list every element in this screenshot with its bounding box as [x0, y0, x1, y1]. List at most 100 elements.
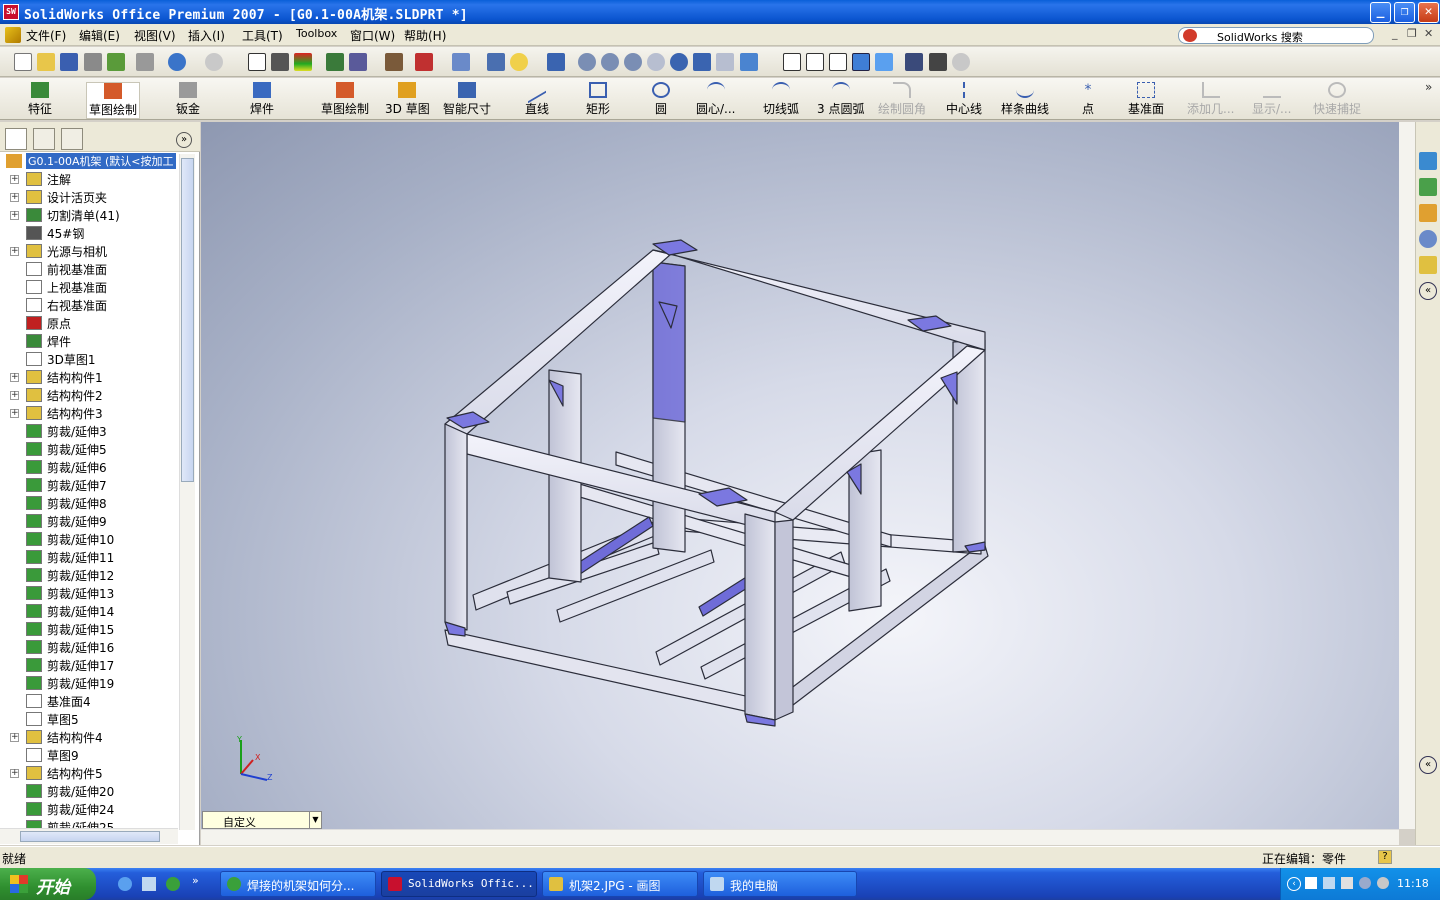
graphics-area[interactable]: Y X Z — [201, 122, 1399, 829]
tree-item[interactable]: 右视基准面 — [0, 296, 178, 314]
print-preview-icon[interactable] — [84, 53, 102, 71]
restore-button[interactable]: ❐ — [1394, 2, 1415, 23]
save-icon[interactable] — [60, 53, 78, 71]
print-icon[interactable] — [136, 53, 154, 71]
tree-item[interactable]: + 结构构件1 — [0, 368, 178, 386]
section-view-icon[interactable] — [929, 53, 947, 71]
tree-item[interactable]: + 设计活页夹 — [0, 188, 178, 206]
expand-toggle-icon[interactable]: + — [10, 391, 19, 400]
tool-sketch[interactable]: 草图绘制 — [321, 82, 369, 117]
properties-icon[interactable] — [487, 53, 505, 71]
panel-expand-icon[interactable]: » — [176, 132, 192, 148]
tree-item[interactable]: 剪裁/延伸10 — [0, 530, 178, 548]
tree-item[interactable]: 45#钢 — [0, 224, 178, 242]
menu-window[interactable]: 窗口(W) — [350, 27, 395, 44]
solidworks-app-icon[interactable]: SW — [3, 4, 19, 20]
tree-item[interactable]: 草图5 — [0, 710, 178, 728]
publish-icon[interactable] — [107, 53, 125, 71]
expand-toggle-icon[interactable]: + — [10, 409, 19, 418]
zoom-area-icon[interactable] — [601, 53, 619, 71]
tool-centerline[interactable]: 中心线 — [946, 82, 982, 117]
quicklaunch-more-icon[interactable]: » — [192, 874, 199, 887]
viewport-vertical-scrollbar[interactable] — [1399, 122, 1415, 829]
taskbar-button-solidworks[interactable]: SolidWorks Offic... — [381, 871, 537, 897]
show-desktop-icon[interactable] — [118, 877, 132, 891]
tree-item[interactable]: + 结构构件2 — [0, 386, 178, 404]
tree-scroll-thumb[interactable] — [181, 158, 194, 482]
security-icon[interactable] — [1359, 877, 1371, 889]
menu-edit[interactable]: 编辑(E) — [79, 27, 120, 44]
expand-toggle-icon[interactable]: + — [10, 211, 19, 220]
view-icon[interactable] — [716, 53, 734, 71]
tree-item[interactable]: 上视基准面 — [0, 278, 178, 296]
tree-item[interactable]: 基准面4 — [0, 692, 178, 710]
tool-plane[interactable]: 基准面 — [1128, 82, 1164, 117]
search-pane-icon[interactable] — [1419, 230, 1437, 248]
help-status-icon[interactable]: ? — [1378, 850, 1392, 864]
browser-quicklaunch-icon[interactable] — [166, 877, 180, 891]
chevron-down-icon[interactable]: ▼ — [309, 812, 321, 828]
tree-item[interactable]: 剪裁/延伸16 — [0, 638, 178, 656]
tree-item[interactable]: 剪裁/延伸9 — [0, 512, 178, 530]
tab-weldments[interactable]: 焊件 — [250, 82, 274, 117]
pan-icon[interactable] — [693, 53, 711, 71]
taskbar-button-browser[interactable]: 焊接的机架如何分... — [220, 871, 376, 897]
network-icon[interactable] — [1305, 877, 1317, 889]
frame-model[interactable] — [201, 122, 1399, 829]
new-icon[interactable] — [14, 53, 32, 71]
hidden-lines-removed-icon[interactable] — [829, 53, 847, 71]
expand-toggle-icon[interactable]: + — [10, 247, 19, 256]
macro-icon[interactable] — [385, 53, 403, 71]
tree-item[interactable]: 剪裁/延伸7 — [0, 476, 178, 494]
title-bar[interactable]: SW SolidWorks Office Premium 2007 - [G0.… — [0, 0, 1440, 24]
tool-sketch-fillet[interactable]: 绘制圆角 — [878, 82, 926, 117]
tool-quick-snaps[interactable]: 快速捕捉 — [1313, 82, 1361, 117]
tree-item[interactable]: 剪裁/延伸25 — [0, 818, 178, 828]
expand-toggle-icon[interactable]: + — [10, 175, 19, 184]
menu-tools[interactable]: 工具(T) — [242, 27, 283, 44]
toolbar-overflow-icon[interactable]: » — [1425, 80, 1432, 94]
tree-item[interactable]: 剪裁/延伸19 — [0, 674, 178, 692]
tree-item[interactable]: + 光源与相机 — [0, 242, 178, 260]
rebuild-icon[interactable] — [294, 53, 312, 71]
zoom-to-fit-icon[interactable] — [578, 53, 596, 71]
tool-spline[interactable]: 样条曲线 — [1001, 82, 1049, 117]
tree-item[interactable]: 3D草图1 — [0, 350, 178, 368]
zoom-in-out-icon[interactable] — [624, 53, 642, 71]
tool-rectangle[interactable]: 矩形 — [586, 82, 610, 117]
tree-item[interactable]: 剪裁/延伸20 — [0, 782, 178, 800]
help-icon[interactable] — [510, 53, 528, 71]
zoom-selection-icon[interactable] — [647, 53, 665, 71]
menu-insert[interactable]: 插入(I) — [188, 27, 225, 44]
tree-horizontal-scrollbar[interactable] — [0, 828, 178, 844]
tree-vertical-scrollbar[interactable] — [179, 154, 195, 830]
sketch-toggle-icon[interactable] — [547, 53, 565, 71]
doc-restore-button[interactable]: ❐ — [1407, 27, 1417, 40]
shadows-icon[interactable] — [905, 53, 923, 71]
standard-views-icon[interactable] — [740, 53, 758, 71]
taskbar-button-my-computer[interactable]: 我的电脑 — [703, 871, 857, 897]
search-input[interactable]: SolidWorks 搜索 — [1178, 27, 1374, 44]
doc-minimize-button[interactable]: _ — [1392, 27, 1398, 40]
tree-item[interactable]: 前视基准面 — [0, 260, 178, 278]
component-icon[interactable] — [415, 53, 433, 71]
tree-item[interactable]: 剪裁/延伸3 — [0, 422, 178, 440]
shaded-icon[interactable] — [875, 53, 893, 71]
open-icon[interactable] — [37, 53, 55, 71]
tree-item[interactable]: + 切割清单(41) — [0, 206, 178, 224]
redo-icon[interactable] — [205, 53, 223, 71]
tray-expand-icon[interactable]: ‹ — [1287, 877, 1301, 891]
tool-3d-sketch[interactable]: 3D 草图 — [385, 82, 430, 117]
tree-item[interactable]: 剪裁/延伸8 — [0, 494, 178, 512]
options-icon[interactable] — [349, 53, 367, 71]
realview-icon[interactable] — [952, 53, 970, 71]
tree-item[interactable]: 剪裁/延伸12 — [0, 566, 178, 584]
tree-item[interactable]: 剪裁/延伸14 — [0, 602, 178, 620]
tool-smart-dimension[interactable]: 智能尺寸 — [443, 82, 491, 117]
tree-item[interactable]: 剪裁/延伸13 — [0, 584, 178, 602]
collapse-pane-icon[interactable]: « — [1419, 756, 1437, 774]
tab-property-manager[interactable] — [33, 128, 55, 150]
grid-icon[interactable] — [326, 53, 344, 71]
menu-help[interactable]: 帮助(H) — [404, 27, 446, 44]
clock[interactable]: 11:18 — [1397, 877, 1429, 890]
